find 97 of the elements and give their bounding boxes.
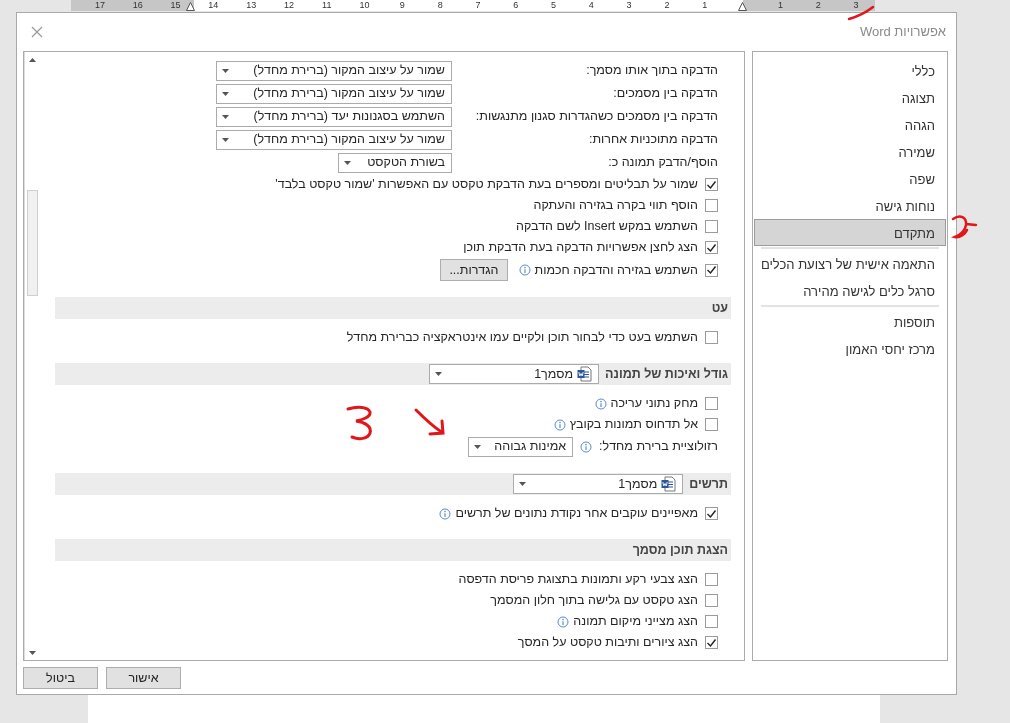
checkbox-label: הצג צבעי רקע ותמונות בתצוגת פריסת הדפסה [458, 571, 698, 589]
dropdown[interactable]: שמור על עיצוב המקור (ברירת מחדל) [216, 83, 452, 104]
checkbox-label: הצג לחצן אפשרויות הדבקה בעת הדבקת תוכן [463, 239, 698, 257]
checkbox[interactable] [705, 594, 718, 607]
dropdown[interactable]: מסמך1 [513, 474, 684, 494]
ruler-number: 13 [246, 0, 257, 11]
sidebar-item[interactable]: הגהה [754, 111, 946, 138]
document-icon [661, 476, 677, 492]
sidebar-item[interactable]: כללי [754, 57, 946, 84]
caret-icon [221, 90, 230, 97]
cancel-button[interactable]: ביטול [23, 666, 98, 689]
sidebar-item[interactable]: מתקדם [754, 219, 946, 246]
setting-label: הוסף/הדבק תמונה כ: [607, 154, 718, 172]
sidebar-item[interactable]: שמירה [754, 138, 946, 165]
checkbox-label: הצג מצייני מיקום תמונה [573, 613, 698, 631]
settings-button[interactable]: הגדרות... [440, 259, 508, 281]
ruler-number: 6 [513, 0, 519, 11]
scroll-thumb[interactable] [27, 190, 38, 296]
ruler-number: 3 [853, 0, 859, 11]
sidebar-item[interactable]: תוספות [754, 308, 946, 335]
checkbox[interactable] [705, 636, 718, 649]
dropdown[interactable]: אמינות גבוהה [468, 436, 574, 457]
pen-stroke-drawing [846, 4, 876, 22]
setting-label: הדבקה בין מסמכים כשהגדרות סגנון מתנגשות: [474, 108, 718, 126]
ruler-number: 12 [283, 0, 294, 11]
setting-label: הדבקה מתוכניות אחרות: [587, 131, 718, 149]
checkbox-label: מאפיינים עוקבים אחר נקודת נתונים של תרשים [455, 505, 698, 523]
ruler-number: 5 [551, 0, 557, 11]
dropdown[interactable]: שמור על עיצוב המקור (ברירת מחדל) [216, 129, 452, 150]
window-title: אפשרויות Word [859, 23, 946, 42]
ruler-number: 17 [94, 0, 105, 11]
ruler-number: 7 [475, 0, 481, 11]
ruler-number: 2 [815, 0, 821, 11]
checkbox-label: הצג טקסט עם גלישה בתוך חלון המסמך [490, 592, 698, 610]
checkbox-label: אל תדחוס תמונות בקובץ [569, 416, 698, 434]
checkbox-label: השתמש בגזירה והדבקה חכמות [534, 261, 698, 279]
document-icon [577, 366, 593, 382]
caret-icon [221, 136, 230, 143]
checkbox[interactable] [705, 220, 718, 233]
ruler-number: 14 [208, 0, 219, 11]
ruler-number: 15 [170, 0, 181, 11]
caret-icon [473, 443, 483, 450]
scroll-down-icon[interactable] [27, 649, 38, 657]
dropdown[interactable]: מסמך1 [429, 364, 600, 384]
caret-icon [221, 67, 230, 74]
setting-label: רזולוציית ברירת מחדל: [599, 438, 718, 456]
checkbox[interactable] [705, 418, 718, 431]
caret-icon [518, 481, 528, 487]
checkbox-label: השתמש במקש Insert לשם הדבקה [516, 218, 698, 236]
close-icon[interactable] [31, 26, 43, 38]
checkbox[interactable] [705, 178, 718, 191]
pen-scribble-drawing [950, 213, 978, 241]
dropdown[interactable]: בשורת הטקסט [338, 152, 452, 173]
ruler-number: 11 [322, 0, 332, 11]
ruler-number: 9 [399, 0, 405, 11]
setting-label: הדבקה בין מסמכים: [612, 85, 718, 103]
ruler-number: 1 [778, 0, 783, 11]
checkbox[interactable] [705, 241, 718, 254]
checkbox[interactable] [705, 615, 718, 628]
arrow-drawing [412, 406, 448, 438]
sidebar-item[interactable]: תצוגה [754, 84, 946, 111]
checkbox[interactable] [705, 507, 718, 520]
checkbox[interactable] [705, 331, 718, 344]
checkbox-label: מחק נתוני עריכה [610, 395, 698, 413]
checkbox-label: שמור על תבליטים ומספרים בעת הדבקת טקסט עם האפשרות 'שמור טקסט בלבד' [275, 176, 698, 194]
caret-icon [434, 371, 444, 377]
section-title: עט [711, 299, 728, 317]
sidebar-item[interactable]: שפה [754, 165, 946, 192]
checkbox-label: הוסף תווי בקרה בגזירה והעתקה [533, 197, 698, 215]
section-title: תרשים [689, 475, 728, 493]
caret-icon [343, 159, 352, 166]
sidebar-item[interactable]: נוחות גישה [754, 192, 946, 219]
ruler-number: 4 [588, 0, 594, 11]
caret-icon [221, 113, 230, 120]
checkbox-label: הצג ציורים ותיבות טקסט על המסך [517, 634, 698, 652]
dropdown[interactable]: השתמש בסגנונות יעד (ברירת מחדל) [216, 106, 452, 127]
ok-button[interactable]: אישור [106, 666, 181, 689]
scroll-up-icon[interactable] [27, 56, 38, 64]
scroll-bar[interactable] [24, 52, 40, 660]
ruler-number: 1 [702, 0, 708, 11]
checkbox[interactable] [705, 263, 718, 277]
ruler-number: 2 [664, 0, 670, 11]
section-title: גודל ואיכות של תמונה [605, 365, 728, 383]
checkbox[interactable] [705, 397, 718, 410]
sidebar-item[interactable]: סרגל כלים לגישה מהירה [754, 277, 946, 304]
checkbox-label: השתמש בעט כדי לבחור תוכן ולקיים עמו אינטראקציה כברירת מחדל [346, 329, 698, 347]
section-title: הצגת תוכן מסמך [632, 541, 728, 559]
sidebar-item[interactable]: מרכז יחסי האמון [754, 335, 946, 362]
checkbox[interactable] [705, 199, 718, 212]
setting-label: הדבקה בתוך אותו מסמך: [585, 62, 718, 80]
dropdown[interactable]: שמור על עיצוב המקור (ברירת מחדל) [216, 60, 452, 81]
ruler-number: 8 [437, 0, 443, 11]
sidebar-item[interactable]: התאמה אישית של רצועת הכלים [754, 250, 946, 277]
ruler-number: 3 [626, 0, 632, 11]
checkbox[interactable] [705, 573, 718, 586]
ruler-number: 16 [132, 0, 143, 11]
ruler-number: 10 [359, 0, 370, 11]
